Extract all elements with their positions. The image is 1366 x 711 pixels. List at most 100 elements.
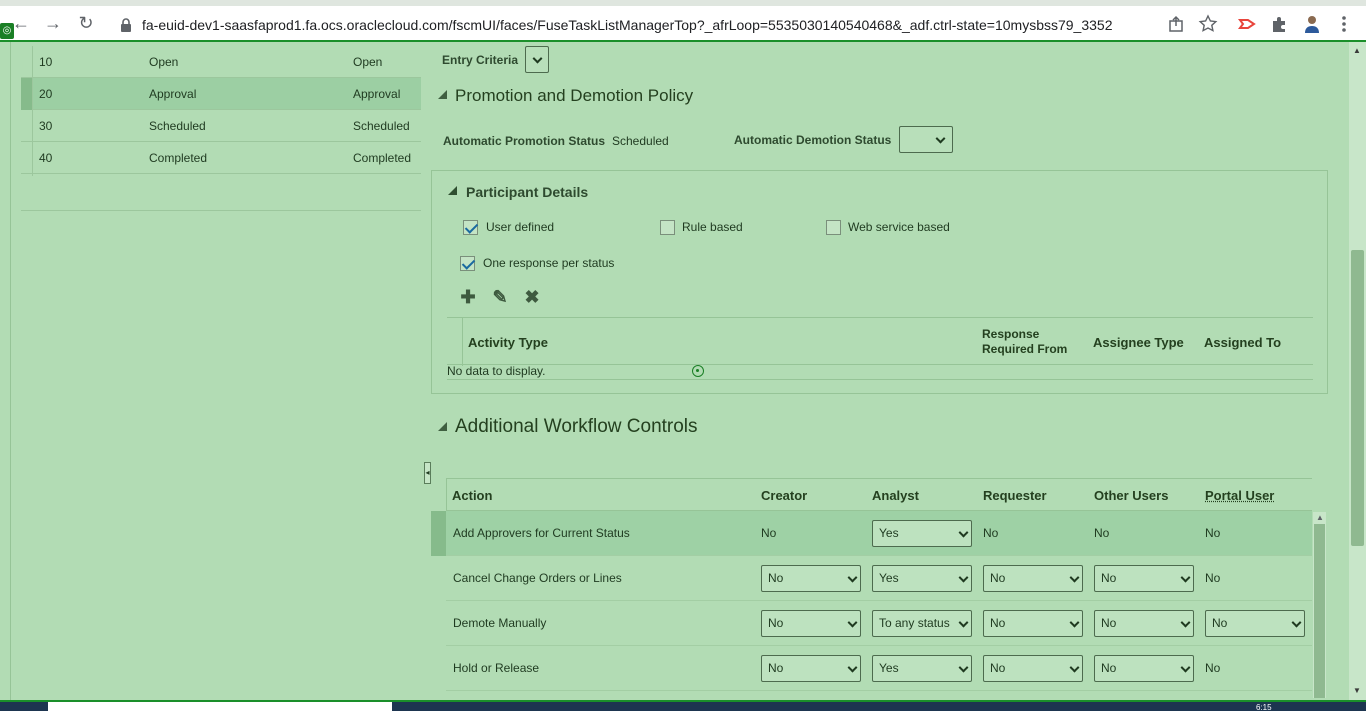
status-name: Approval	[149, 87, 197, 101]
url-text[interactable]: fa-euid-dev1-saasfaprod1.fa.ocs.oraclecl…	[142, 17, 1112, 33]
rule-based-checkbox[interactable]	[660, 220, 675, 235]
pane-splitter-collapse-icon[interactable]: ◂	[424, 462, 431, 484]
action-name: Hold or Release	[453, 661, 540, 675]
portal-user-select[interactable]: No	[1205, 610, 1305, 637]
scroll-up-arrow-icon[interactable]: ▲	[1316, 513, 1324, 522]
row-selection-marker	[431, 646, 446, 691]
select-value: Yes	[879, 661, 899, 675]
table-border	[32, 46, 33, 176]
no-data-row: No data to display.	[447, 364, 1313, 380]
page-scrollbar[interactable]: ▲ ▼	[1349, 42, 1366, 702]
requester-select[interactable]: No	[983, 565, 1083, 592]
table-scrollbar[interactable]: ▲	[1313, 512, 1326, 698]
edit-pencil-icon[interactable]: ✎	[490, 287, 510, 307]
col-creator[interactable]: Creator	[761, 488, 807, 503]
selection-marker	[21, 78, 32, 110]
status-name: Completed	[149, 151, 208, 165]
creator-select[interactable]: No	[761, 565, 861, 592]
scroll-down-arrow-icon[interactable]: ▼	[1353, 686, 1361, 695]
web-service-based-checkbox[interactable]	[826, 220, 841, 235]
chevron-down-icon	[958, 617, 969, 628]
chevron-down-icon	[935, 133, 946, 144]
select-value: No	[768, 616, 784, 630]
one-response-label: One response per status	[483, 256, 615, 270]
status-name: Scheduled	[149, 119, 206, 133]
col-other-users[interactable]: Other Users	[1094, 488, 1168, 503]
status-list-pane: 10 Open Open 20 Approval Approval 30 Sch…	[10, 42, 422, 702]
table-row[interactable]: Hold or Release No Yes No No No	[446, 646, 1312, 691]
col-activity-type[interactable]: Activity Type	[468, 335, 548, 350]
address-bar[interactable]: fa-euid-dev1-saasfaprod1.fa.ocs.oraclecl…	[110, 13, 1200, 37]
extensions-puzzle-icon[interactable]	[1269, 14, 1289, 34]
portal-user-value: No	[1205, 526, 1221, 540]
scrollbar-thumb[interactable]	[1314, 524, 1325, 698]
analyst-select[interactable]: To any status	[872, 610, 972, 637]
add-icon[interactable]: ✚	[458, 287, 478, 307]
chevron-down-icon	[847, 617, 858, 628]
col-assigned-to[interactable]: Assigned To	[1204, 335, 1281, 350]
profile-avatar-icon[interactable]	[1302, 14, 1322, 34]
auto-demotion-dropdown[interactable]	[899, 126, 953, 153]
select-value: No	[1101, 571, 1117, 585]
status-display: Approval	[353, 87, 401, 101]
lock-icon	[121, 18, 131, 32]
column-separator	[462, 318, 463, 366]
chevron-down-icon	[958, 572, 969, 583]
col-response-required-line1[interactable]: Response	[982, 327, 1039, 341]
reload-icon[interactable]: ↻	[75, 12, 97, 34]
col-portal-user[interactable]: Portal User	[1205, 488, 1274, 503]
col-analyst[interactable]: Analyst	[872, 488, 919, 503]
analyst-select[interactable]: Yes	[872, 655, 972, 682]
participant-details-title: Participant Details	[466, 184, 589, 200]
chevron-down-icon	[958, 662, 969, 673]
analyst-select[interactable]: Yes	[872, 520, 972, 547]
share-icon[interactable]	[1166, 14, 1186, 34]
back-icon[interactable]: ←	[10, 12, 32, 34]
portal-user-value: No	[1205, 661, 1221, 675]
entry-criteria-dropdown[interactable]	[525, 46, 549, 73]
scrollbar-thumb[interactable]	[1351, 250, 1364, 546]
status-code: 30	[39, 119, 53, 133]
user-defined-checkbox[interactable]	[463, 220, 478, 235]
scroll-up-arrow-icon[interactable]: ▲	[1353, 46, 1361, 55]
status-row[interactable]: 40 Completed Completed	[21, 142, 421, 174]
analyst-select[interactable]: Yes	[872, 565, 972, 592]
col-response-required-line2[interactable]: Required From	[982, 342, 1067, 356]
extension-red-icon[interactable]	[1237, 14, 1257, 34]
collapse-triangle-icon[interactable]	[448, 186, 457, 195]
auto-promotion-value: Scheduled	[612, 134, 669, 148]
bookmark-star-icon[interactable]	[1198, 14, 1218, 34]
select-value: No	[990, 661, 1006, 675]
status-name: Open	[149, 55, 179, 69]
col-requester[interactable]: Requester	[983, 488, 1047, 503]
chevron-down-icon	[1069, 572, 1080, 583]
col-assignee-type[interactable]: Assignee Type	[1093, 335, 1184, 350]
creator-select[interactable]: No	[761, 610, 861, 637]
select-value: No	[990, 571, 1006, 585]
collapse-triangle-icon[interactable]	[438, 90, 447, 99]
status-row[interactable]: 10 Open Open	[21, 46, 421, 78]
auto-demotion-label: Automatic Demotion Status	[734, 133, 892, 147]
other-users-select[interactable]: No	[1094, 565, 1194, 592]
status-table: 10 Open Open 20 Approval Approval 30 Sch…	[21, 46, 421, 174]
taskbar-search-box[interactable]	[48, 702, 392, 711]
more-menu-icon[interactable]	[1334, 14, 1354, 34]
other-users-select[interactable]: No	[1094, 610, 1194, 637]
requester-select[interactable]: No	[983, 610, 1083, 637]
status-row-selected[interactable]: 20 Approval Approval	[21, 78, 421, 110]
table-row[interactable]: Demote Manually No To any status No No N…	[446, 601, 1312, 646]
delete-icon[interactable]: ✖	[522, 287, 542, 307]
one-response-checkbox[interactable]	[460, 256, 475, 271]
tab-strip	[0, 0, 1366, 6]
collapse-triangle-icon[interactable]	[438, 422, 447, 431]
col-action[interactable]: Action	[452, 488, 492, 503]
creator-select[interactable]: No	[761, 655, 861, 682]
table-row[interactable]: Cancel Change Orders or Lines No Yes No …	[446, 556, 1312, 601]
participants-grid-header: Activity Type Response Required From Ass…	[447, 317, 1313, 366]
forward-icon[interactable]: →	[42, 12, 64, 34]
status-row[interactable]: 30 Scheduled Scheduled	[21, 110, 421, 142]
requester-select[interactable]: No	[983, 655, 1083, 682]
other-users-select[interactable]: No	[1094, 655, 1194, 682]
table-row[interactable]: Add Approvers for Current Status No Yes …	[431, 511, 1312, 556]
action-name: Cancel Change Orders or Lines	[453, 571, 622, 585]
